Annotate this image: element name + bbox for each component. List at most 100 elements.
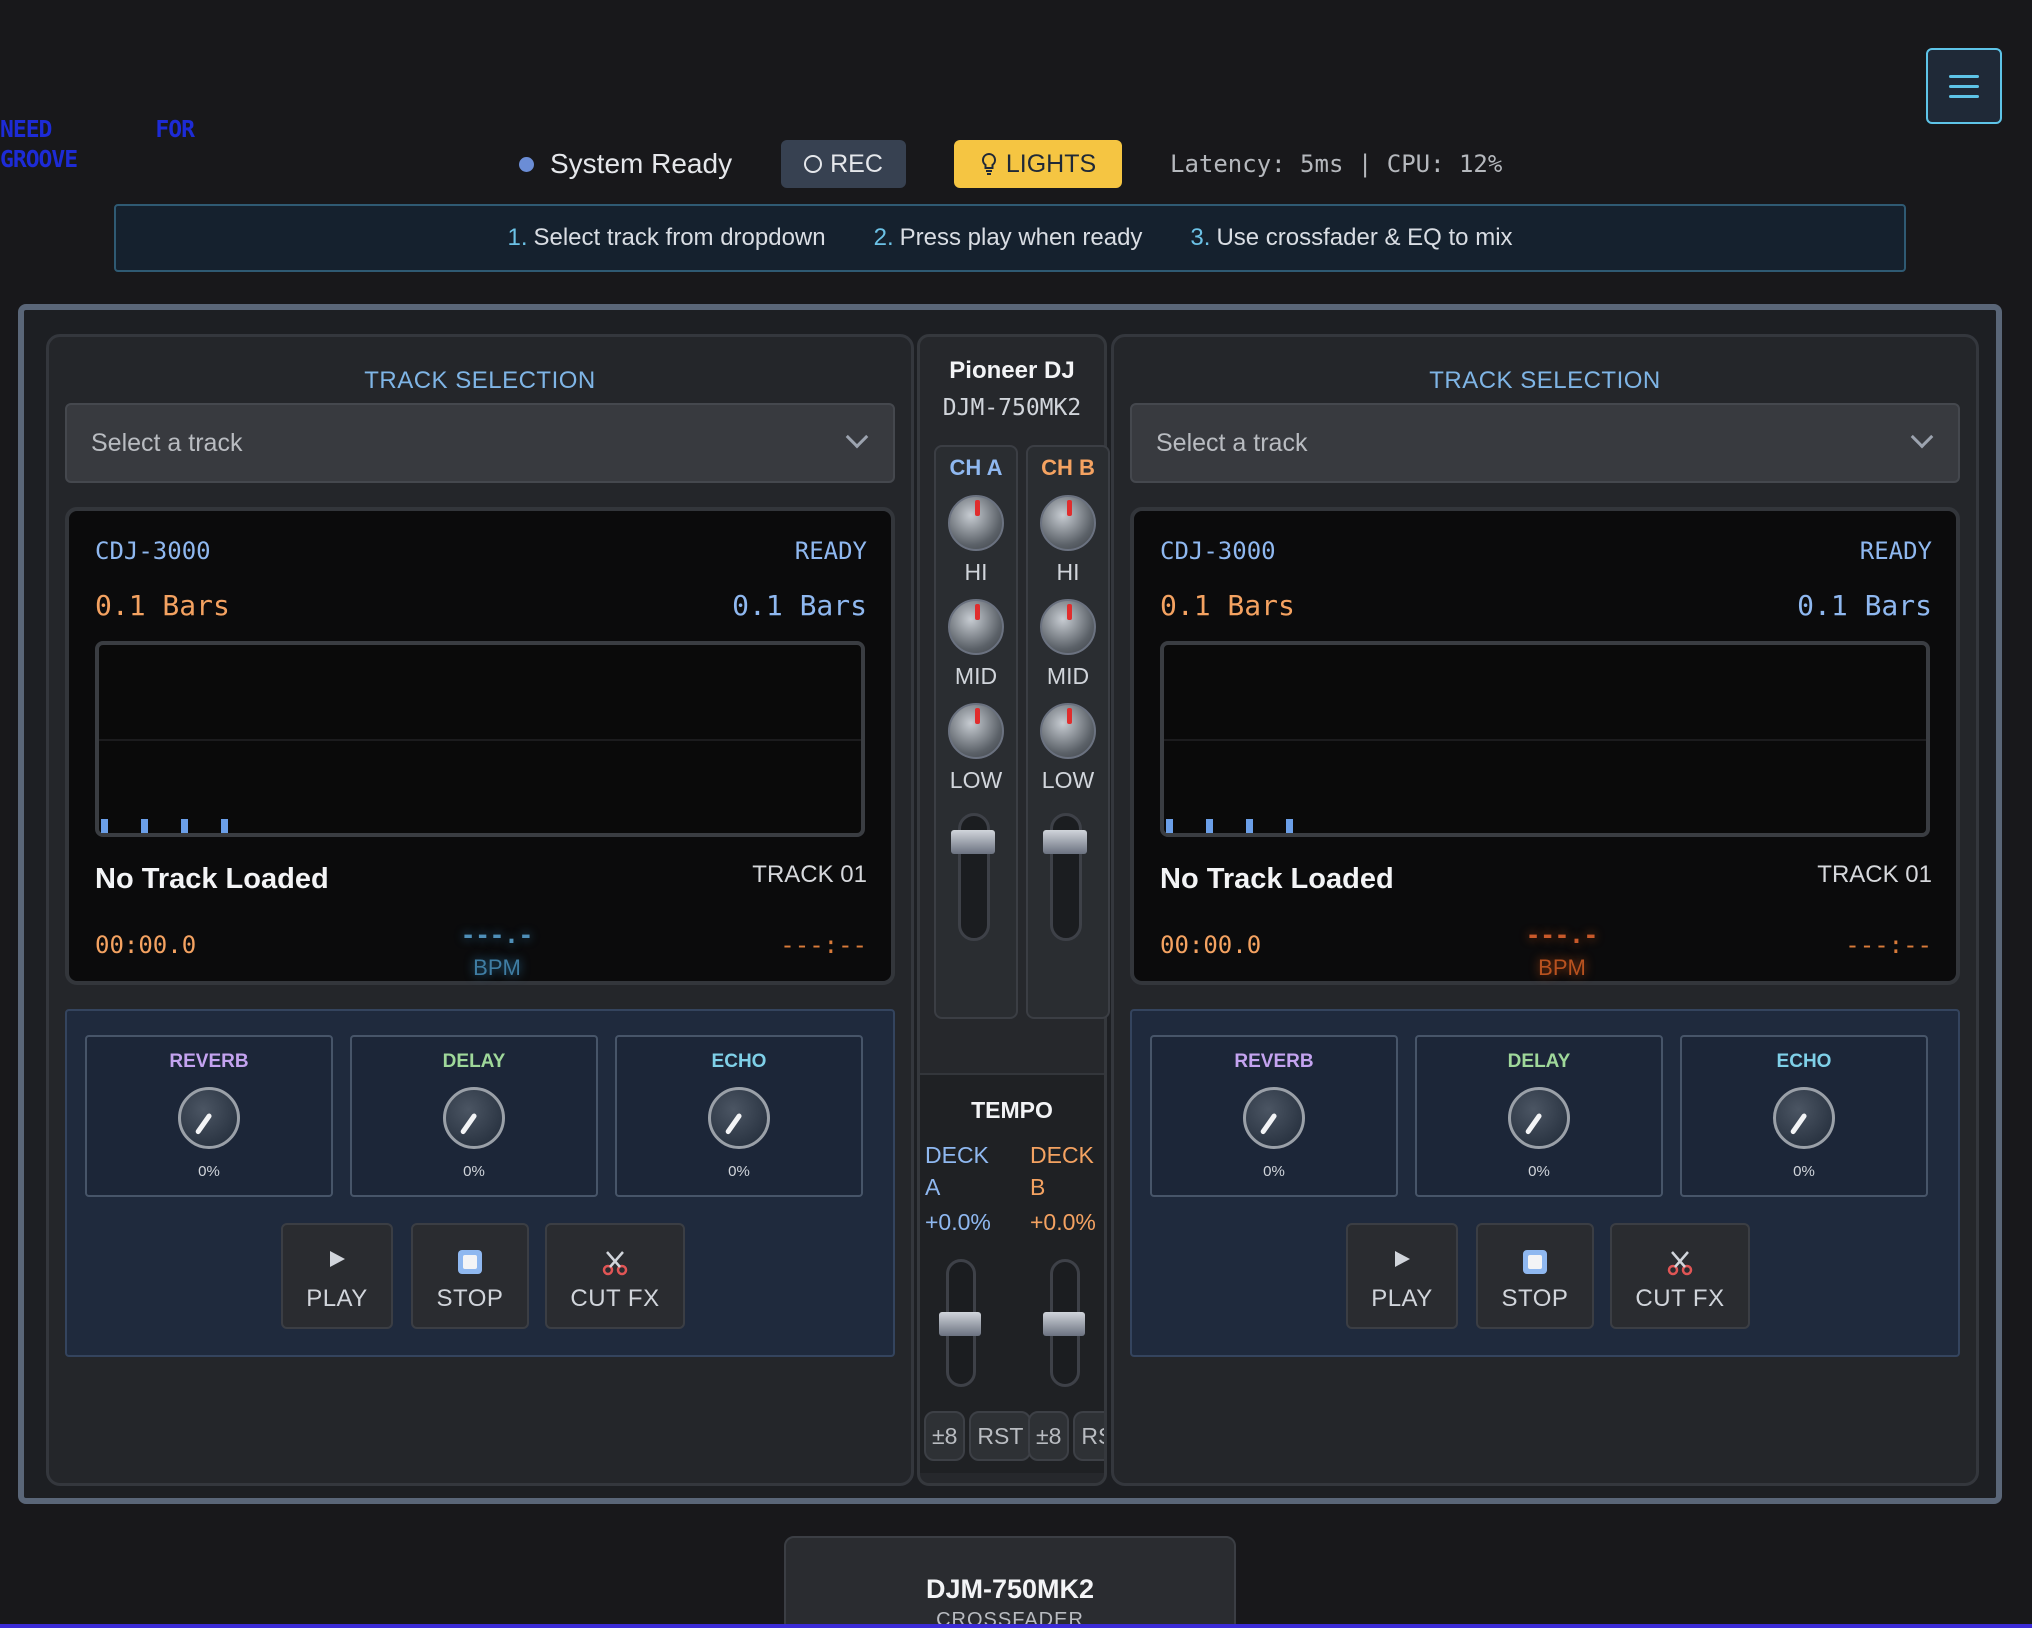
scissors-icon [547,1249,683,1277]
chevron-down-icon [845,425,869,449]
bottom-accent-line [0,1624,2032,1628]
tempo-range-button-b[interactable]: ±8 [1028,1411,1070,1461]
fx-value: 0% [198,1163,220,1180]
fader-handle[interactable] [1043,1312,1085,1336]
track-selection-title: TRACK SELECTION [364,367,596,394]
crossfader-panel: DJM-750MK2 CROSSFADER [784,1536,1236,1628]
play-button[interactable]: PLAY [1346,1223,1458,1329]
step-number: 3. [1190,224,1211,251]
fx-value: 0% [728,1163,750,1180]
deck-display: CDJ-3000 READY 0.1 Bars 0.1 Bars No Trac… [1130,507,1960,985]
bars-right: 0.1 Bars [732,589,867,622]
fx-value: 0% [1528,1163,1550,1180]
instruction-step: 3. Use crossfader & EQ to mix [1190,224,1512,252]
cut-fx-label: CUT FX [570,1285,660,1312]
fx-name: ECHO [1776,1051,1832,1072]
lights-button[interactable]: LIGHTS [954,140,1122,188]
dj-console: TRACK SELECTION Select a track CDJ-3000 … [18,304,2002,1504]
eq-low-label: LOW [949,767,1003,793]
deck-a-label-line: A [925,1174,941,1200]
track-select-placeholder: Select a track [1156,429,1308,457]
channel-fader-b[interactable] [1043,813,1087,941]
eq-mid-label: MID [1046,663,1090,689]
waveform-center-line [1164,739,1926,741]
play-label: PLAY [1371,1285,1433,1312]
stop-label: STOP [1501,1285,1569,1312]
bars-left: 0.1 Bars [1160,589,1295,622]
fx-value: 0% [1263,1163,1285,1180]
track-select-dropdown[interactable]: Select a track [65,403,895,483]
lightbulb-icon [981,152,996,175]
eq-mid-knob-a[interactable] [948,599,1004,655]
stop-button[interactable]: STOP [1476,1223,1594,1329]
eq-low-knob-b[interactable] [1040,703,1096,759]
menu-button[interactable] [1926,48,2002,124]
fx-echo-knob[interactable] [708,1087,770,1149]
hamburger-icon-line [1949,94,1979,98]
tempo-title: TEMPO [971,1097,1053,1123]
fx-delay-knob[interactable] [1508,1087,1570,1149]
deck-a: TRACK SELECTION Select a track CDJ-3000 … [46,334,914,1486]
beat-marker [1286,819,1293,833]
tempo-deck-a-label: DECK A [925,1139,989,1203]
tempo-reset-button-a[interactable]: RST [969,1411,1032,1461]
bars-right: 0.1 Bars [1797,589,1932,622]
waveform-display[interactable] [95,641,865,837]
bpm-value: ---.- [1525,921,1599,949]
instructions-bar: 1. Select track from dropdown 2. Press pla… [114,204,1906,272]
tempo-fader-b[interactable] [1043,1259,1085,1387]
scissors-icon [1612,1249,1748,1277]
stop-button[interactable]: STOP [411,1223,529,1329]
eq-hi-knob-b[interactable] [1040,495,1096,551]
step-number: 2. [873,224,894,251]
eq-low-knob-a[interactable] [948,703,1004,759]
instruction-step: 2. Press play when ready [874,224,1143,252]
stop-icon [413,1249,527,1277]
eq-mid-knob-b[interactable] [1040,599,1096,655]
mixer-brand: Pioneer DJ [949,357,1075,384]
play-label: PLAY [306,1285,368,1312]
fx-name: REVERB [1234,1051,1314,1072]
waveform-center-line [99,739,861,741]
waveform-display[interactable] [1160,641,1930,837]
tempo-range-button-a[interactable]: ±8 [924,1411,966,1461]
cut-fx-button[interactable]: CUT FX [545,1223,685,1329]
remaining-time: ---:-- [1845,931,1932,959]
track-select-dropdown[interactable]: Select a track [1130,403,1960,483]
bpm-display: ---.- BPM [437,921,557,981]
beat-marker [1246,819,1253,833]
channel-fader-a[interactable] [951,813,995,941]
fader-handle[interactable] [951,830,995,854]
eq-low-label: LOW [1041,767,1095,793]
instruction-step: 1. Select track from dropdown [507,224,825,252]
tempo-reset-button-b[interactable]: RS [1073,1411,1104,1461]
play-button[interactable]: PLAY [281,1223,393,1329]
player-model: CDJ-3000 [1160,537,1276,565]
status-indicator-dot [519,157,534,172]
deck-b-label-line: DECK [1030,1142,1094,1168]
hamburger-icon-line [1949,84,1979,88]
fx-echo-knob[interactable] [1773,1087,1835,1149]
eq-hi-knob-a[interactable] [948,495,1004,551]
fx-reverb-knob[interactable] [1243,1087,1305,1149]
fader-handle[interactable] [939,1312,981,1336]
record-icon [804,155,823,173]
mixer-model: DJM-750MK2 [942,395,1082,421]
rec-button[interactable]: REC [781,140,906,188]
fx-delay-knob[interactable] [443,1087,505,1149]
fx-name: DELAY [1507,1051,1571,1072]
tempo-fader-a[interactable] [939,1259,981,1387]
performance-metrics: Latency: 5ms | CPU: 12% [1170,150,1503,178]
cut-fx-button[interactable]: CUT FX [1610,1223,1750,1329]
channel-a-label: CH A [949,455,1003,480]
fader-handle[interactable] [1043,830,1087,854]
fx-value: 0% [1793,1163,1815,1180]
rec-label: REC [830,149,883,178]
remaining-time: ---:-- [780,931,867,959]
track-name: No Track Loaded [1160,863,1394,895]
fx-reverb-knob[interactable] [178,1087,240,1149]
track-name: No Track Loaded [95,863,329,895]
deck-display: CDJ-3000 READY 0.1 Bars 0.1 Bars No Trac… [65,507,895,985]
channel-b-strip: CH B HI MID LOW [1026,445,1110,1019]
beat-marker [181,819,188,833]
